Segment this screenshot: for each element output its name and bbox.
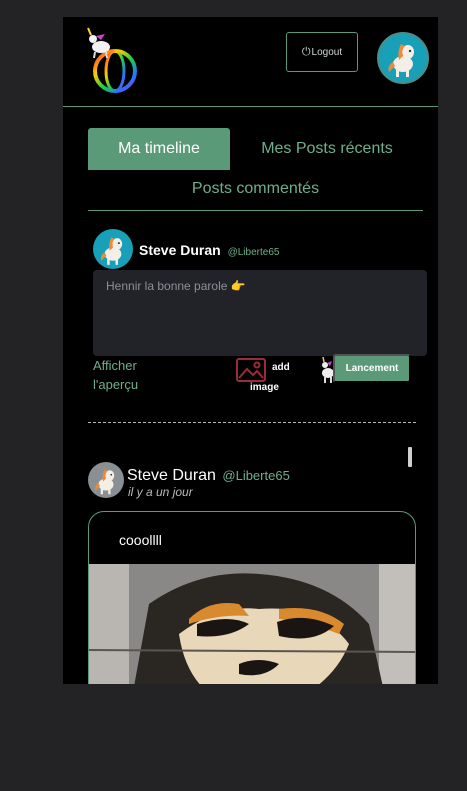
image-icon [236, 358, 266, 382]
post-author-handle: @Liberte65 [222, 468, 290, 483]
post-author[interactable]: Steve Duran @Liberte65 [127, 467, 290, 485]
post-text: cooollll [119, 532, 162, 548]
tabs-divider [88, 210, 423, 211]
post-image[interactable] [89, 564, 416, 684]
header: ⏻ Logout [63, 17, 438, 107]
pony-avatar-icon [388, 44, 414, 77]
unicorn-globe-logo-icon[interactable] [79, 25, 143, 97]
add-image-label: add [272, 362, 290, 373]
post-timestamp: il y a un jour [128, 485, 193, 499]
app-frame: ⏻ Logout Ma timeline Mes Posts récents P… [63, 17, 438, 684]
preview-link[interactable]: Afficher l'aperçu [93, 356, 153, 394]
composer-name: Steve Duran [139, 242, 221, 258]
logout-button[interactable]: ⏻ Logout [286, 32, 358, 72]
logout-label: Logout [311, 46, 343, 58]
add-image-label-2: image [250, 382, 279, 393]
scrollbar-thumb[interactable] [408, 447, 412, 467]
tab-commented-posts[interactable]: Posts commentés [88, 180, 423, 202]
tab-recent-posts[interactable]: Mes Posts récents [238, 128, 416, 170]
add-image-button[interactable]: add image [236, 356, 296, 396]
tab-timeline[interactable]: Ma timeline [88, 128, 230, 170]
pony-avatar-icon [95, 469, 115, 495]
avatar[interactable] [377, 32, 429, 84]
post-textarea[interactable]: Hennir la bonne parole 👉 [93, 270, 427, 356]
section-divider [88, 422, 416, 423]
post-avatar[interactable] [88, 462, 124, 498]
pony-avatar-icon [100, 237, 123, 265]
post-card[interactable]: cooollll [88, 511, 416, 684]
composer-user: Steve Duran @Liberte65 [139, 242, 279, 258]
composer-handle: @Liberte65 [227, 247, 280, 258]
launch-button[interactable]: Lancement [333, 354, 411, 383]
post-author-name: Steve Duran [127, 467, 216, 484]
composer-avatar [93, 229, 133, 269]
power-icon: ⏻ [301, 45, 311, 58]
